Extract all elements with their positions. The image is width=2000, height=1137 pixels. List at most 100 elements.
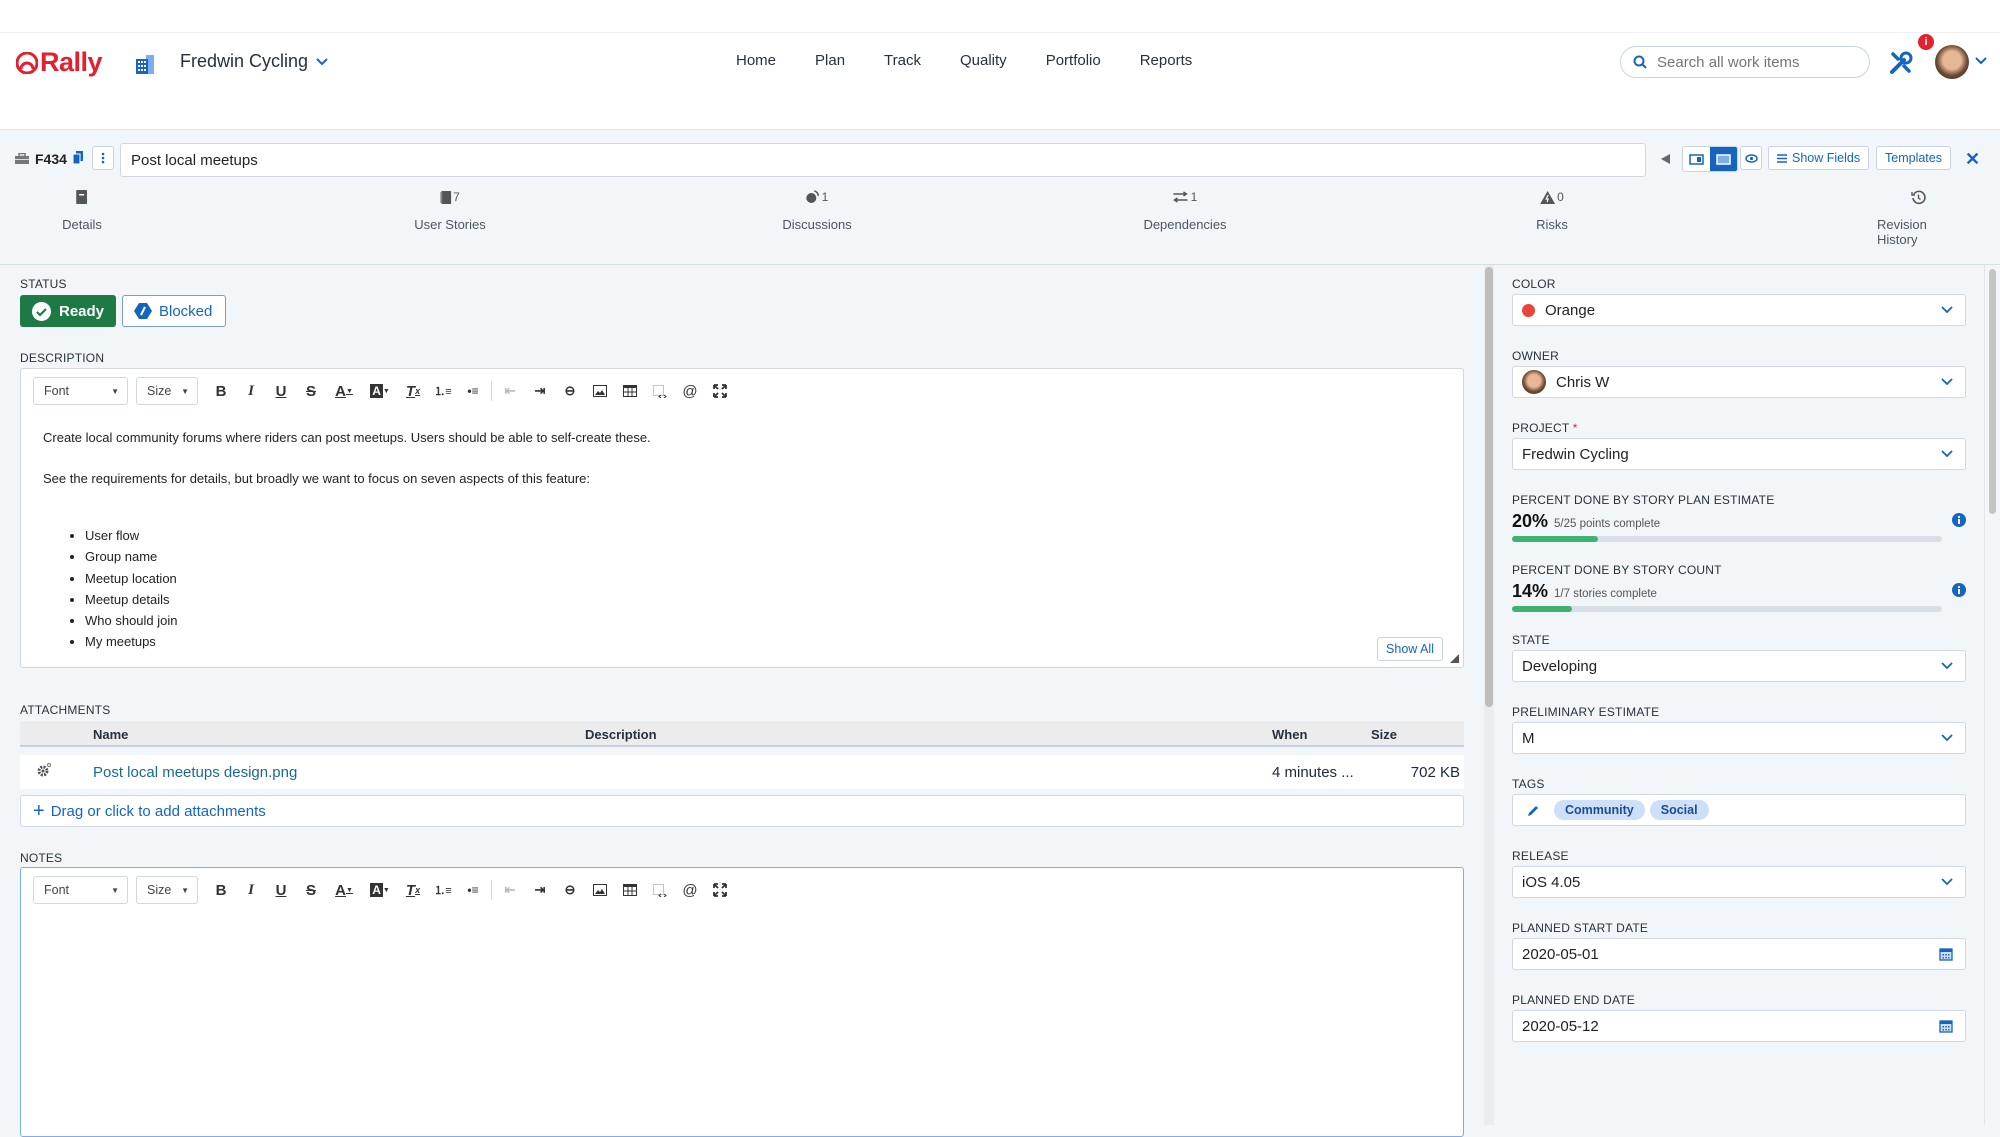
state-select[interactable]: Developing [1512,650,1966,682]
bullet-list-icon[interactable]: •≡ [458,377,488,405]
close-icon[interactable]: ✕ [1965,149,1980,170]
table-icon[interactable] [615,377,645,405]
link-icon[interactable]: ⊖ [555,377,585,405]
text-color-icon[interactable]: A ▼ [326,377,362,405]
notification-badge[interactable]: i [1918,34,1934,50]
nav-plan[interactable]: Plan [815,52,845,69]
project-select[interactable]: Fredwin Cycling [1512,438,1966,470]
code-block-icon[interactable] [645,876,675,904]
fullscreen-icon[interactable] [705,876,735,904]
background-color-icon[interactable]: A ▼ [362,876,398,904]
scrollbar-thumb[interactable] [1485,267,1493,707]
nav-quality[interactable]: Quality [960,52,1007,69]
underline-icon[interactable]: U [266,377,296,405]
strikethrough-icon[interactable]: S [296,377,326,405]
numbered-list-icon[interactable]: ⒈≡ [428,377,458,405]
tag-chip[interactable]: Community [1554,800,1645,820]
font-select[interactable]: Font ▼ [33,377,128,405]
link-icon[interactable]: ⊖ [555,876,585,904]
watch-button[interactable] [1740,146,1762,170]
split-layout-button[interactable] [1683,147,1710,171]
resize-handle[interactable] [1450,654,1459,663]
sidebar-scrollbar[interactable] [1984,265,2000,1125]
column-size[interactable]: Size [1371,727,1397,742]
nav-reports[interactable]: Reports [1140,52,1193,69]
mention-icon[interactable]: @ [675,876,705,904]
scrollbar-thumb[interactable] [1989,269,1996,514]
tab-revision-history[interactable]: Revision History [1877,185,1959,247]
description-content[interactable]: Create local community forums where ride… [43,431,651,657]
table-icon[interactable] [615,876,645,904]
bullet-list-icon[interactable]: •≡ [458,876,488,904]
image-icon[interactable] [585,377,615,405]
main-scrollbar[interactable] [1484,265,1494,1125]
tools-icon[interactable] [1888,50,1914,76]
bold-icon[interactable]: B [206,377,236,405]
attachment-name-link[interactable]: Post local meetups design.png [93,764,297,781]
start-date-input[interactable]: 2020-05-01 [1512,938,1966,970]
font-select[interactable]: Font ▼ [33,876,128,904]
full-layout-button[interactable] [1710,147,1737,171]
release-select[interactable]: iOS 4.05 [1512,866,1966,898]
ready-toggle[interactable]: Ready [20,295,116,327]
bold-icon[interactable]: B [206,876,236,904]
underline-icon[interactable]: U [266,876,296,904]
italic-icon[interactable]: I [236,377,266,405]
column-description[interactable]: Description [585,727,657,742]
clear-format-icon[interactable]: Tx [398,377,428,405]
templates-button[interactable]: Templates [1876,146,1951,170]
outdent-icon[interactable]: ⇤ [495,876,525,904]
size-select[interactable]: Size ▼ [136,377,198,405]
project-picker[interactable]: Fredwin Cycling [180,51,328,72]
search-box[interactable] [1620,46,1870,78]
outdent-icon[interactable]: ⇤ [495,377,525,405]
column-name[interactable]: Name [93,727,128,742]
estimate-select[interactable]: M [1512,722,1966,754]
notes-editor[interactable]: Font ▼ Size ▼ B I U S A ▼ A ▼ Tx ⒈≡ •≡ ⇤ ⇥ ⊖… [20,867,1464,1137]
text-color-icon[interactable]: A ▼ [326,876,362,904]
tab-user-stories[interactable]: 7 User Stories [414,185,486,232]
item-title-input[interactable] [120,143,1646,177]
clear-format-icon[interactable]: Tx [398,876,428,904]
nav-home[interactable]: Home [736,52,776,69]
mention-icon[interactable]: @ [675,377,705,405]
column-when[interactable]: When [1272,727,1307,742]
owner-select[interactable]: Chris W [1512,366,1966,398]
search-input[interactable] [1657,53,1857,71]
italic-icon[interactable]: I [236,876,266,904]
tab-risks[interactable]: 0 Risks [1536,185,1568,232]
nav-track[interactable]: Track [884,52,921,69]
calendar-icon[interactable] [1939,1019,1953,1033]
info-icon[interactable] [1952,513,1966,527]
show-all-button[interactable]: Show All [1377,637,1443,661]
tags-input[interactable]: Community Social [1512,794,1966,826]
color-select[interactable]: Orange [1512,294,1966,326]
indent-icon[interactable]: ⇥ [525,876,555,904]
code-block-icon[interactable] [645,377,675,405]
rally-logo[interactable]: Rally [16,47,103,78]
workspace-building-icon[interactable] [134,53,156,75]
description-editor[interactable]: Font ▼ Size ▼ B I U S A ▼ A ▼ Tx ⒈≡ •≡ ⇤ ⇥ ⊖… [20,368,1464,668]
background-color-icon[interactable]: A ▼ [362,377,398,405]
copy-icon[interactable] [72,150,84,166]
user-avatar[interactable] [1935,45,1969,79]
show-fields-button[interactable]: Show Fields [1768,146,1870,170]
chevron-down-icon[interactable] [1975,57,1987,65]
numbered-list-icon[interactable]: ⒈≡ [428,876,458,904]
end-date-input[interactable]: 2020-05-12 [1512,1010,1966,1042]
strikethrough-icon[interactable]: S [296,876,326,904]
more-actions-button[interactable] [92,146,114,170]
info-icon[interactable] [1952,583,1966,597]
announce-icon[interactable] [1660,153,1672,165]
calendar-icon[interactable] [1939,947,1953,961]
size-select[interactable]: Size ▼ [136,876,198,904]
gear-icon[interactable] [36,762,52,782]
blocked-toggle[interactable]: Blocked [122,295,226,327]
indent-icon[interactable]: ⇥ [525,377,555,405]
nav-portfolio[interactable]: Portfolio [1046,52,1101,69]
image-icon[interactable] [585,876,615,904]
tab-discussions[interactable]: 1 Discussions [782,185,851,232]
fullscreen-icon[interactable] [705,377,735,405]
add-attachment-dropzone[interactable]: + Drag or click to add attachments [20,795,1464,827]
tag-chip[interactable]: Social [1649,800,1709,820]
